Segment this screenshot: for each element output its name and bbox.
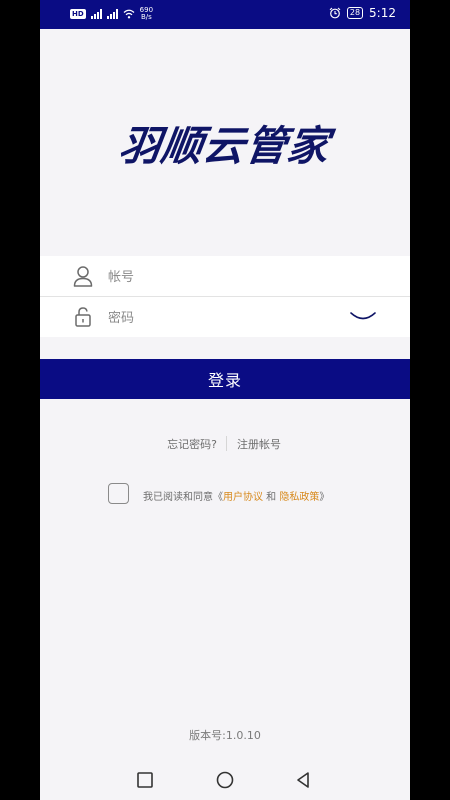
agreement-text: 我已阅读和同意《用户协议 和 隐私政策》 xyxy=(143,488,329,503)
version-label: 版本号:1.0.10 xyxy=(189,729,261,742)
agreement-checkbox[interactable] xyxy=(108,483,129,504)
password-row xyxy=(40,297,410,337)
alarm-icon xyxy=(329,7,341,19)
home-icon[interactable] xyxy=(215,770,235,790)
recent-apps-icon[interactable] xyxy=(135,770,155,790)
account-input[interactable] xyxy=(106,264,340,290)
network-speed-unit: B/s xyxy=(140,13,152,21)
agreement-prefix: 我已阅读和同意《 xyxy=(143,492,223,503)
signal-icon xyxy=(90,9,102,19)
system-nav-bar xyxy=(40,760,410,800)
user-icon xyxy=(73,266,93,287)
links-separator xyxy=(226,436,227,451)
agreement-and: 和 xyxy=(263,492,280,503)
app-screen: HD 690 B/s 28 5:12 羽顺云管家 帐号 登录 忘记密码? 注册帐… xyxy=(40,0,410,800)
lock-icon xyxy=(75,307,91,327)
user-agreement-link[interactable]: 用户协议 xyxy=(223,492,263,503)
agreement-suffix: 》 xyxy=(319,492,330,503)
login-button[interactable]: 登录 xyxy=(40,359,410,399)
account-row xyxy=(40,256,410,296)
register-link[interactable]: 注册帐号 xyxy=(237,436,281,452)
password-input[interactable] xyxy=(106,305,340,331)
signal-icon xyxy=(106,9,118,19)
status-bar: HD 690 B/s 28 5:12 xyxy=(40,0,410,29)
forgot-password-link[interactable]: 忘记密码? xyxy=(167,436,217,452)
network-speed: 690 B/s xyxy=(140,7,153,21)
app-logo: 羽顺云管家 xyxy=(116,122,333,170)
status-time: 5:12 xyxy=(369,6,396,20)
account-links: 忘记密码? 注册帐号 xyxy=(40,435,410,453)
back-icon[interactable] xyxy=(293,770,313,790)
wifi-icon xyxy=(123,9,135,19)
battery-indicator: 28 xyxy=(346,7,364,19)
eye-closed-icon[interactable] xyxy=(348,309,378,325)
status-left: HD 690 B/s xyxy=(70,7,153,21)
hd-badge: HD xyxy=(70,9,86,19)
privacy-policy-link[interactable]: 隐私政策 xyxy=(279,492,319,503)
status-right: 28 5:12 xyxy=(329,6,396,20)
